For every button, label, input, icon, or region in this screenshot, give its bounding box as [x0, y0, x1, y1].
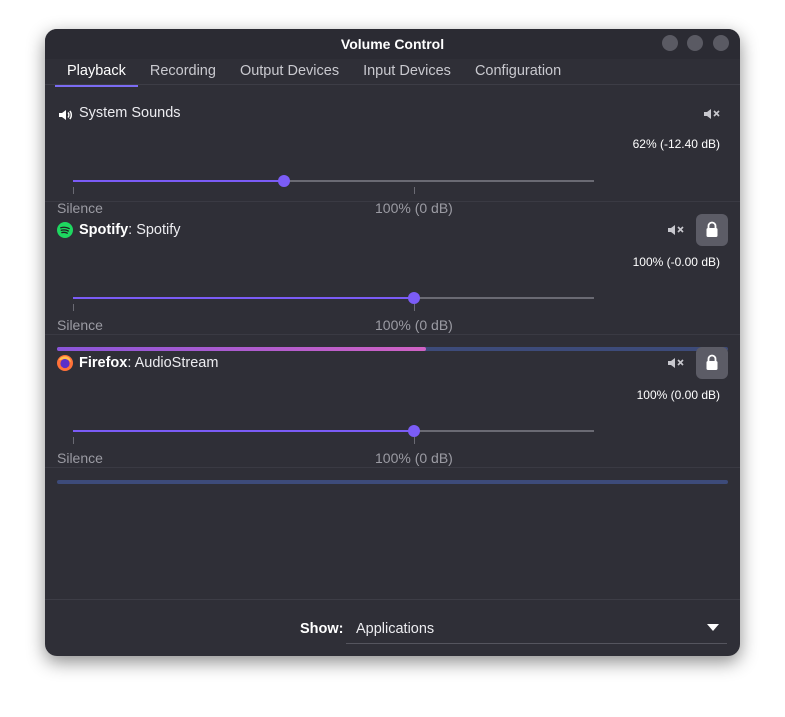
- slider-fill: [73, 430, 414, 432]
- stream-name: : AudioStream: [127, 355, 219, 371]
- lock-icon: [706, 354, 718, 370]
- firefox-icon: [57, 355, 73, 371]
- volume-slider[interactable]: [73, 421, 594, 444]
- tab-configuration[interactable]: Configuration: [463, 59, 573, 85]
- speaker-icon: [57, 107, 73, 123]
- base-volume-label: 100% (0 dB): [375, 317, 453, 333]
- tab-output-devices[interactable]: Output Devices: [228, 59, 351, 85]
- peak-meter: [57, 480, 728, 484]
- silence-label: Silence: [57, 450, 103, 466]
- stream-title: Spotify: Spotify: [79, 222, 181, 238]
- mute-button[interactable]: [667, 222, 685, 238]
- show-filter-dropdown[interactable]: Applications: [346, 615, 727, 644]
- volume-control-window: Volume Control Playback Recording Output…: [45, 29, 740, 656]
- tab-bar: Playback Recording Output Devices Input …: [55, 59, 573, 87]
- silence-tick: [73, 437, 74, 444]
- tab-recording[interactable]: Recording: [138, 59, 228, 85]
- tab-input-devices[interactable]: Input Devices: [351, 59, 463, 85]
- dropdown-arrow-icon: [707, 624, 719, 631]
- base-volume-tick: [414, 187, 415, 194]
- slider-handle[interactable]: [278, 175, 290, 187]
- show-label: Show:: [300, 621, 344, 637]
- spotify-icon: [57, 222, 73, 238]
- lock-channels-button[interactable]: [696, 214, 728, 246]
- maximize-button[interactable]: [687, 35, 703, 51]
- show-filter-value: Applications: [356, 621, 435, 637]
- volume-slider[interactable]: [73, 171, 594, 194]
- stream-app-name: Spotify: [79, 222, 129, 238]
- volume-readout: 62% (-12.40 dB): [632, 137, 720, 151]
- minimize-button[interactable]: [662, 35, 678, 51]
- stream-system-sounds: System Sounds 62% (-12.40 dB) Silence 10…: [45, 85, 740, 216]
- silence-tick: [73, 187, 74, 194]
- tab-playback[interactable]: Playback: [55, 59, 138, 87]
- base-volume-tick: [414, 304, 415, 311]
- base-volume-tick: [414, 437, 415, 444]
- slider-handle[interactable]: [408, 425, 420, 437]
- base-volume-label: 100% (0 dB): [375, 450, 453, 466]
- stream-name: System Sounds: [79, 105, 181, 121]
- lock-icon: [706, 221, 718, 237]
- slider-handle[interactable]: [408, 292, 420, 304]
- stream-app-name: Firefox: [79, 355, 128, 371]
- slider-fill: [73, 180, 284, 182]
- close-button[interactable]: [713, 35, 729, 51]
- titlebar[interactable]: Volume Control: [45, 29, 740, 59]
- stream-firefox: Firefox: AudioStream 100% (0.00 dB) Sile…: [45, 335, 740, 484]
- volume-readout: 100% (0.00 dB): [636, 388, 720, 402]
- window-title: Volume Control: [340, 36, 445, 52]
- mute-button[interactable]: [703, 106, 721, 122]
- stream-spotify: Spotify: Spotify 100% (-0.00 dB) Silence…: [45, 202, 740, 351]
- silence-tick: [73, 304, 74, 311]
- stream-title: Firefox: AudioStream: [79, 355, 218, 371]
- volume-readout: 100% (-0.00 dB): [632, 255, 720, 269]
- stream-name: : Spotify: [128, 222, 181, 238]
- mute-button[interactable]: [667, 355, 685, 371]
- footer-divider: [45, 599, 740, 600]
- slider-fill: [73, 297, 414, 299]
- lock-channels-button[interactable]: [696, 347, 728, 379]
- silence-label: Silence: [57, 317, 103, 333]
- volume-slider[interactable]: [73, 288, 594, 311]
